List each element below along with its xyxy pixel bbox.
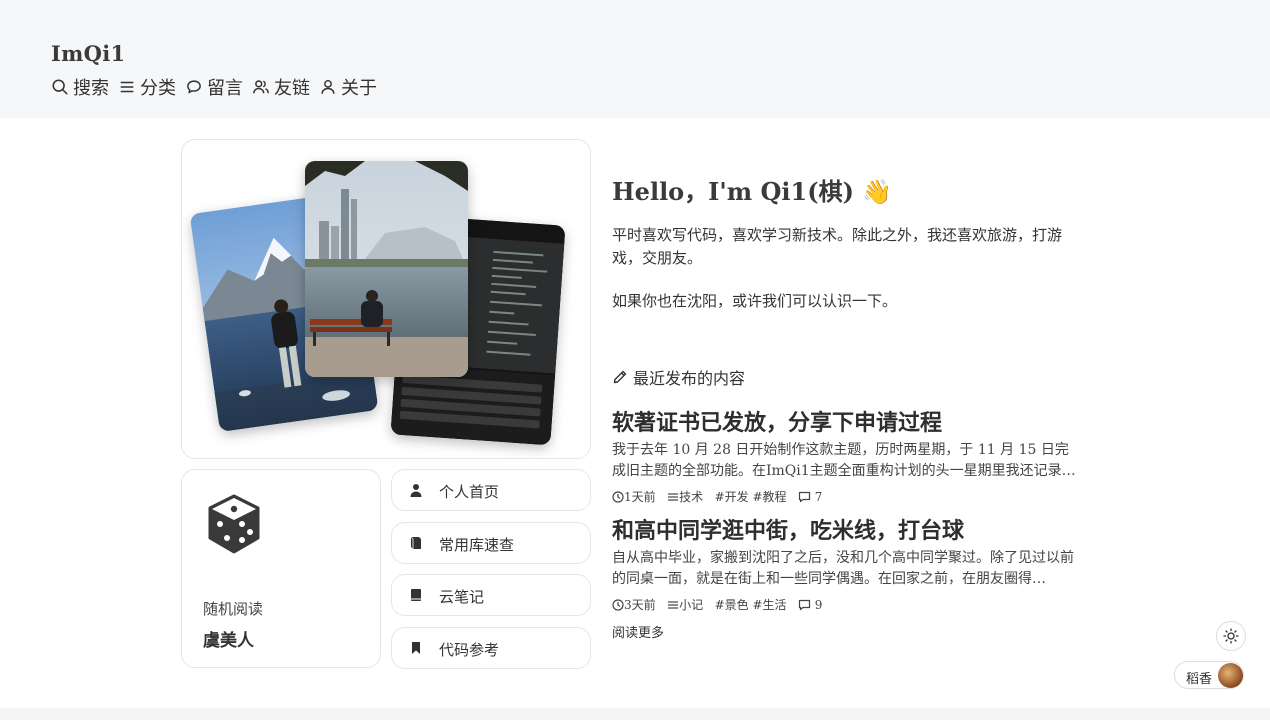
post-title[interactable]: 软著证书已发放，分享下申请过程 [612, 405, 942, 437]
photo-collage-card [181, 139, 591, 459]
nav-category-label: 分类 [140, 78, 176, 99]
search-icon [52, 79, 68, 95]
random-read-label: 随机阅读 [203, 600, 264, 618]
menu-icon [120, 81, 134, 93]
nav-message[interactable]: 留言 [185, 74, 243, 100]
post-tag[interactable]: #开发 [715, 488, 749, 505]
theme-toggle-button[interactable] [1216, 621, 1246, 651]
random-read-card[interactable]: 随机阅读 虞美人 [181, 469, 381, 668]
nav-about-label: 关于 [341, 78, 377, 99]
post-category[interactable]: 技术 [679, 488, 703, 505]
album-cover [1218, 663, 1243, 688]
footer-strip [0, 708, 1270, 720]
recent-heading-label: 最近发布的内容 [633, 369, 746, 388]
nav-friends-label: 友链 [274, 78, 310, 99]
post-tag[interactable]: #生活 [752, 596, 786, 613]
post-excerpt: 自从高中毕业，家搬到沈阳了之后，没和几个高中同学聚过。除了见过以前的同桌一面，就… [612, 550, 1074, 587]
comment-icon [798, 491, 811, 502]
users-icon [253, 80, 269, 94]
comment-icon [187, 80, 201, 94]
sun-icon [1223, 628, 1239, 644]
city-bench-image [305, 161, 468, 377]
music-player-widget[interactable]: 稻香 [1174, 661, 1244, 689]
link-notes-button[interactable]: 云笔记 [391, 574, 591, 616]
post-time: 1天前 [624, 490, 656, 504]
pencil-icon [613, 370, 627, 384]
link-home-button[interactable]: 个人首页 [391, 469, 591, 511]
post-excerpt: 我于去年 10 月 28 日开始制作这款主题，历时两星期，于 11 月 15 日… [612, 442, 1076, 479]
link-libs-label: 常用库速查 [439, 536, 515, 554]
post-tag[interactable]: #教程 [752, 488, 786, 505]
post-title[interactable]: 和高中同学逛中街，吃米线，打台球 [612, 513, 964, 545]
music-title: 稻香 [1186, 672, 1213, 687]
link-code-label: 代码参考 [439, 641, 500, 659]
post-comments: 9 [814, 597, 823, 612]
post-comments: 7 [814, 489, 823, 504]
menu-icon [668, 492, 679, 501]
book-open-icon [410, 536, 421, 549]
link-notes-label: 云笔记 [439, 588, 485, 606]
nav-about[interactable]: 关于 [319, 74, 377, 100]
menu-icon [668, 600, 679, 609]
book-icon [411, 589, 421, 601]
link-libs-button[interactable]: 常用库速查 [391, 522, 591, 564]
link-home-label: 个人首页 [439, 483, 500, 501]
photo-city-bench [305, 161, 468, 377]
read-more-link[interactable]: 阅读更多 [612, 622, 664, 641]
recent-heading: 最近发布的内容 [612, 365, 745, 389]
user-icon [321, 79, 335, 94]
comment-icon [798, 599, 811, 610]
nav-category[interactable]: 分类 [118, 74, 176, 100]
site-header: ImQi1 搜索 分类 留言 友链 关于 [0, 0, 1270, 118]
post-time: 3天前 [624, 598, 656, 612]
post-category[interactable]: 小记 [679, 596, 703, 613]
main-nav: 搜索 分类 留言 友链 关于 [51, 74, 377, 100]
nav-message-label: 留言 [207, 78, 243, 99]
nav-friends[interactable]: 友链 [252, 74, 310, 100]
random-read-title[interactable]: 虞美人 [203, 626, 254, 651]
intro-title: Hello，I'm Qi1(棋) 👋 [612, 177, 893, 206]
nav-search-label: 搜索 [73, 78, 109, 99]
clock-icon [612, 598, 624, 611]
intro-paragraph-1: 平时喜欢写代码，喜欢学习新技术。除此之外，我还喜欢旅游，打游戏，交朋友。 [612, 226, 1063, 267]
bookmark-icon [412, 642, 420, 654]
nav-search[interactable]: 搜索 [51, 74, 109, 100]
post-tag[interactable]: #景色 [715, 596, 749, 613]
post-meta: 1天前 技术 #开发 #教程 7 [612, 488, 822, 505]
intro-paragraph-2: 如果你也在沈阳，或许我们可以认识一下。 [612, 292, 898, 310]
link-code-button[interactable]: 代码参考 [391, 627, 591, 669]
site-title[interactable]: ImQi1 [51, 41, 125, 66]
clock-icon [612, 490, 624, 503]
person-icon [410, 484, 422, 497]
post-meta: 3天前 小记 #景色 #生活 9 [612, 596, 822, 613]
dice-icon [208, 494, 260, 554]
